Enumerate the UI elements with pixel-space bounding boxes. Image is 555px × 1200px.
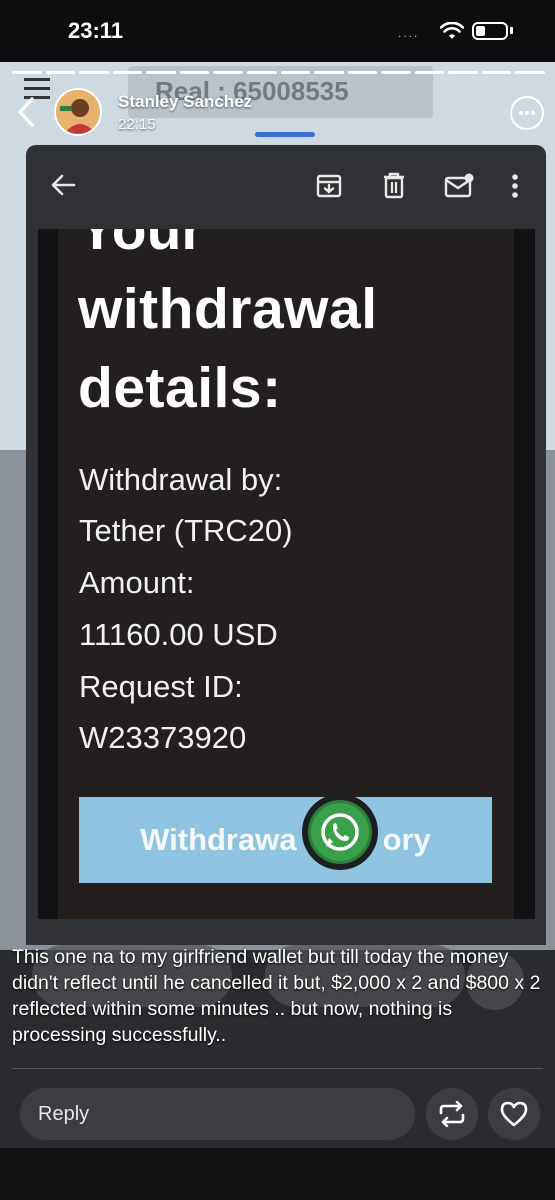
battery-icon xyxy=(472,22,508,40)
progress-segment xyxy=(314,71,344,74)
progress-segment xyxy=(45,71,76,74)
more-options-button[interactable] xyxy=(510,96,544,130)
arrow-back-icon[interactable] xyxy=(50,173,76,197)
withdrawal-by-label: Withdrawal by: xyxy=(79,462,283,497)
history-label-left: Withdrawa xyxy=(140,822,297,857)
wifi-icon xyxy=(440,22,464,39)
progress-segment xyxy=(347,71,378,74)
withdrawal-history-label: Withdrawa ory xyxy=(79,797,492,883)
status-time: 23:11 xyxy=(68,18,124,43)
progress-segment xyxy=(179,71,210,74)
heart-icon xyxy=(500,1101,528,1127)
story-progress-bar xyxy=(12,71,545,74)
bottom-strip xyxy=(0,1148,555,1200)
trash-icon[interactable] xyxy=(382,172,406,199)
email-toolbar xyxy=(26,145,546,229)
progress-segment xyxy=(414,71,445,74)
progress-segment xyxy=(112,71,143,74)
progress-segment xyxy=(246,71,277,74)
email-title-line-2: details: xyxy=(78,356,282,420)
history-label-right: ory xyxy=(382,822,431,857)
story-username[interactable]: Stanley Sanchez xyxy=(118,92,252,112)
mark-unread-icon[interactable] xyxy=(444,173,474,199)
progress-segment xyxy=(12,71,42,74)
background-blue-indicator xyxy=(255,132,315,137)
repost-button[interactable] xyxy=(426,1088,478,1140)
progress-segment xyxy=(381,71,411,74)
more-vertical-icon[interactable] xyxy=(511,173,519,199)
reply-input[interactable] xyxy=(20,1088,415,1140)
story-caption: This one na to my girlfriend wallet but … xyxy=(12,946,541,1046)
battery-tip xyxy=(510,27,513,34)
repost-icon xyxy=(439,1101,465,1127)
progress-segment xyxy=(481,71,512,74)
back-chevron-icon[interactable] xyxy=(14,95,38,129)
progress-segment xyxy=(280,71,311,74)
email-title-cut: Your xyxy=(78,229,204,262)
amount-value: 11160.00 USD xyxy=(79,617,278,652)
progress-segment xyxy=(213,71,243,74)
withdrawal-method-value: Tether (TRC20) xyxy=(79,513,293,548)
progress-segment xyxy=(515,71,545,74)
email-title-line-1: withdrawal xyxy=(78,277,378,341)
request-id-value: W23373920 xyxy=(79,720,247,755)
avatar[interactable] xyxy=(54,88,102,136)
progress-segment xyxy=(448,71,478,74)
progress-segment xyxy=(79,71,109,74)
archive-icon[interactable] xyxy=(316,173,342,199)
divider xyxy=(12,1068,543,1069)
whatsapp-icon[interactable] xyxy=(308,800,372,864)
story-timestamp: 22:15 xyxy=(118,116,156,133)
like-button[interactable] xyxy=(488,1088,540,1140)
request-id-label: Request ID: xyxy=(79,669,243,704)
amount-label: Amount: xyxy=(79,565,195,600)
signal-icon: .... xyxy=(398,26,420,40)
progress-segment xyxy=(146,71,176,74)
